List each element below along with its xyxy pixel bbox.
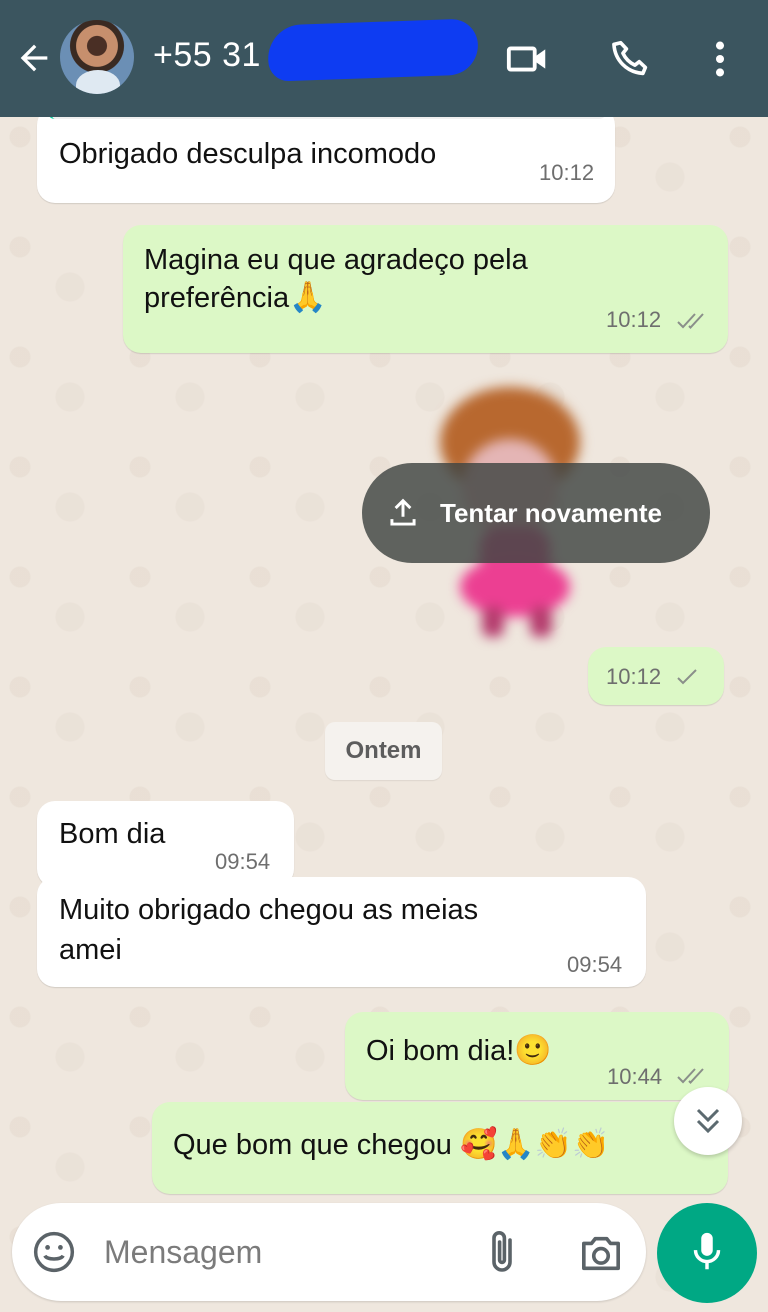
chat-header: +55 31: [0, 0, 768, 117]
chat-area[interactable]: Obrigado desculpa incomodo 10:12 Magina …: [0, 117, 768, 1312]
message-time: 10:12: [606, 664, 662, 689]
avatar[interactable]: [60, 20, 134, 94]
message-time: 10:12: [539, 160, 595, 185]
upload-icon: [390, 498, 416, 526]
redaction-mark: [267, 18, 479, 82]
mic-button[interactable]: [657, 1203, 757, 1303]
message-text-line: Que bom que chegou 🥰🙏👏👏: [173, 1126, 609, 1164]
double-check-icon: [677, 1068, 704, 1084]
video-icon[interactable]: [505, 36, 551, 82]
message-time: 09:54: [215, 849, 271, 874]
message-input[interactable]: [104, 1226, 464, 1278]
scroll-to-bottom-button[interactable]: [674, 1087, 742, 1155]
double-chevron-down-icon: [696, 1108, 720, 1134]
emoji-group: 🥰🙏👏👏: [460, 1127, 610, 1162]
date-separator: Ontem: [325, 722, 442, 780]
attach-icon[interactable]: [484, 1228, 520, 1276]
message-text: Que bom que chegou: [173, 1129, 452, 1161]
sticker-time-chip: 10:12: [588, 647, 724, 705]
retry-label: Tentar novamente: [440, 498, 663, 528]
message-text: Muito obrigado chegou as meias: [59, 894, 479, 926]
message-bubble-out[interactable]: Que bom que chegou 🥰🙏👏👏: [152, 1102, 728, 1194]
message-text: preferência: [144, 282, 290, 314]
smile-emoji: 🙂: [514, 1033, 552, 1068]
message-text-line: preferência🙏: [144, 279, 326, 317]
message-bubble-in[interactable]: Bom dia 09:54: [37, 801, 294, 887]
message-text: amei: [59, 934, 122, 966]
message-text: Obrigado desculpa incomodo: [59, 138, 437, 170]
double-check-icon: [677, 313, 704, 329]
message-time: 10:44: [607, 1064, 663, 1089]
message-time: 10:12: [606, 307, 662, 332]
pray-emoji: 🙏: [289, 280, 327, 315]
camera-icon[interactable]: [578, 1232, 624, 1274]
contact-name[interactable]: +55 31: [153, 36, 261, 75]
quoted-message[interactable]: [47, 117, 607, 119]
message-time: 09:54: [567, 952, 623, 977]
message-bubble-in[interactable]: Obrigado desculpa incomodo 10:12: [37, 117, 615, 203]
mic-icon: [693, 1232, 721, 1270]
message-bubble-out[interactable]: Magina eu que agradeço pela preferência🙏…: [123, 225, 728, 353]
more-vert-icon[interactable]: [697, 36, 743, 82]
message-bubble-out[interactable]: Oi bom dia!🙂 10:44: [345, 1012, 729, 1100]
single-check-icon: [677, 669, 697, 685]
arrow-back-icon[interactable]: [14, 38, 54, 78]
message-text: Bom dia: [59, 818, 166, 850]
message-text: Magina eu que agradeço pela: [144, 244, 528, 276]
emoji-icon[interactable]: [32, 1230, 76, 1274]
message-text: Oi bom dia!: [366, 1035, 515, 1067]
phone-icon[interactable]: [608, 36, 654, 82]
message-bubble-in[interactable]: Muito obrigado chegou as meias amei 09:5…: [37, 877, 646, 987]
message-text-line: Oi bom dia!🙂: [366, 1032, 552, 1070]
